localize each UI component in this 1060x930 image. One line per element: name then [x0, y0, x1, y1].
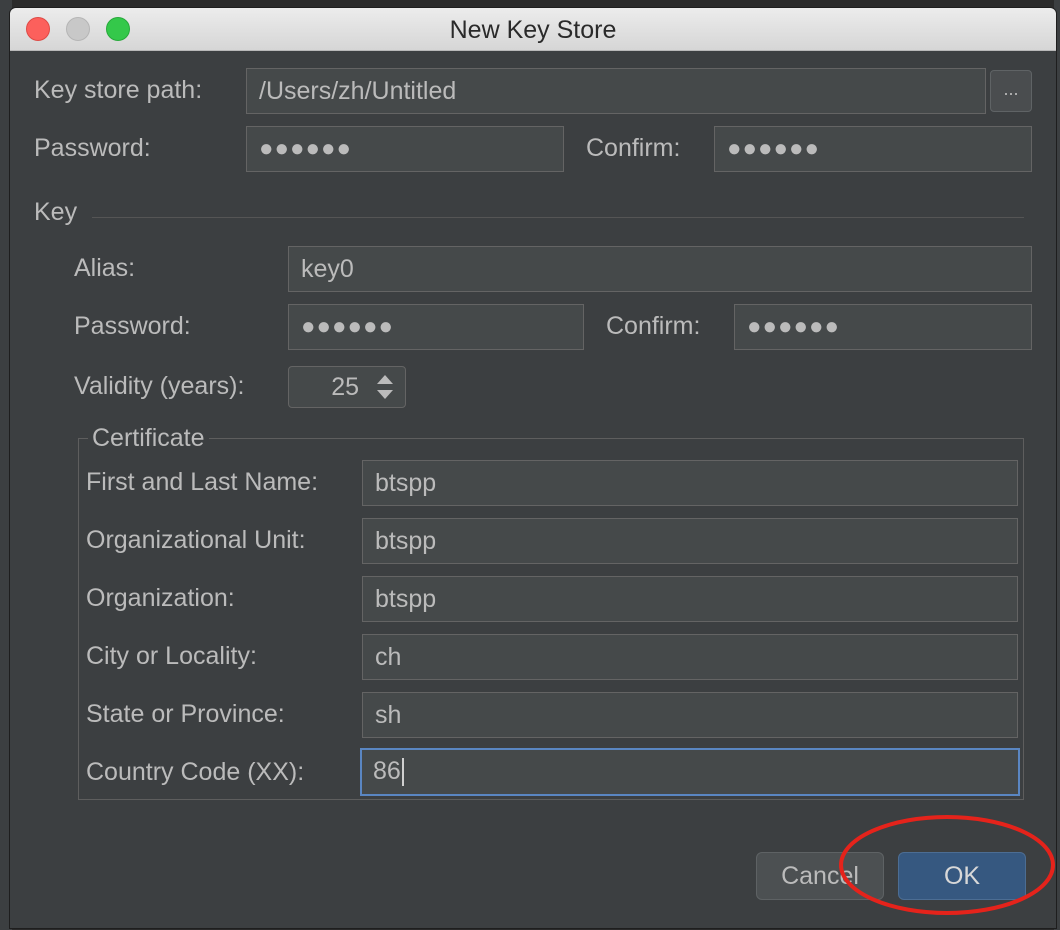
country-code-value: 86	[373, 757, 401, 785]
certificate-legend: Certificate	[88, 424, 209, 453]
key-section-label: Key	[34, 198, 78, 226]
keystore-path-input[interactable]: /Users/zh/Untitled	[246, 68, 986, 114]
spinner-down-icon[interactable]	[377, 390, 393, 399]
key-password-input[interactable]: ●●●●●●	[288, 304, 584, 350]
alias-input[interactable]: key0	[288, 246, 1032, 292]
city-locality-input[interactable]: ch	[362, 634, 1018, 680]
ok-highlight-annotation	[839, 815, 1055, 915]
validity-spinner[interactable]: 25	[288, 366, 406, 408]
first-last-name-input[interactable]: btspp	[362, 460, 1018, 506]
text-caret	[401, 758, 404, 787]
cert-field-label: Organizational Unit:	[86, 526, 306, 554]
keystore-confirm-input[interactable]: ●●●●●●	[714, 126, 1032, 172]
key-password-label: Password:	[74, 312, 191, 340]
cert-field-label: State or Province:	[86, 700, 285, 728]
key-confirm-label: Confirm:	[606, 312, 701, 340]
organization-input[interactable]: btspp	[362, 576, 1018, 622]
cert-field-label: Country Code (XX):	[86, 758, 305, 786]
cert-field-label: Organization:	[86, 584, 235, 612]
spinner-arrows[interactable]	[365, 367, 405, 407]
organizational-unit-input[interactable]: btspp	[362, 518, 1018, 564]
state-province-input[interactable]: sh	[362, 692, 1018, 738]
validity-value: 25	[331, 373, 359, 401]
new-key-store-dialog: New Key Store Key store path: /Users/zh/…	[10, 8, 1056, 928]
browse-button[interactable]: ...	[990, 70, 1032, 112]
country-code-input[interactable]: 86	[360, 748, 1020, 796]
alias-label: Alias:	[74, 254, 136, 282]
validity-label: Validity (years):	[74, 372, 245, 400]
spinner-up-icon[interactable]	[377, 375, 393, 384]
key-section-separator	[92, 217, 1024, 218]
keystore-confirm-label: Confirm:	[586, 134, 681, 162]
dialog-title: New Key Store	[449, 16, 617, 44]
key-confirm-input[interactable]: ●●●●●●	[734, 304, 1032, 350]
keystore-password-label: Password:	[34, 134, 151, 162]
keystore-path-label: Key store path:	[34, 76, 203, 104]
cert-field-label: City or Locality:	[86, 642, 257, 670]
cert-field-label: First and Last Name:	[86, 468, 319, 496]
title-bar: New Key Store	[10, 8, 1056, 51]
keystore-password-input[interactable]: ●●●●●●	[246, 126, 564, 172]
